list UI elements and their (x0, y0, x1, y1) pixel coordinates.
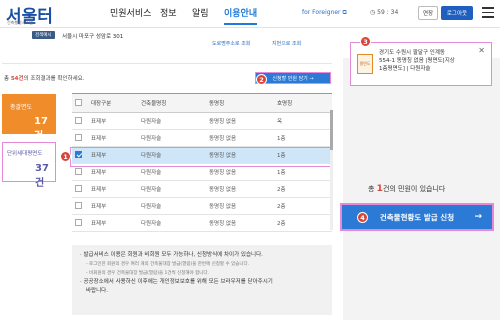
logo-subtext: 건축행정시스템 (7, 20, 33, 25)
clock-icon: ◷ (370, 9, 376, 16)
search-example-tag: 검색예시 (32, 31, 55, 39)
cart-item-line: 554-1 동명칭 없음 |평면도[지상 (379, 58, 455, 64)
cell-ho: 2층 (274, 180, 332, 198)
column-header: 동명칭 (206, 94, 274, 113)
cell-name: 다원자술 (138, 180, 206, 198)
arrow-right-icon: → (474, 212, 482, 222)
summary-suffix: 의 조회결과를 확인하세요. (23, 76, 85, 82)
cell-dong: 동명칭 없음 (206, 214, 274, 232)
notice-line: · 발급서비스 이용은 회원과 비회원 모두 가능하나, 신청방식에 차이가 있… (80, 252, 263, 258)
cell-type: 표제부 (88, 197, 138, 215)
notice-line: · 공공장소에서 사용하신 이후에는 개인정보보호를 위해 모든 브라우저를 닫… (80, 279, 273, 285)
column-header: 대장구분 (88, 94, 138, 113)
cart-item-line: 경기도 수원시 팔달구 인계동 (379, 50, 445, 56)
column-header: 건축물명칭 (138, 94, 206, 113)
notice-subline: - 로그인한 회원의 경우 여러 개의 건축물대장 발급(열람)을 한번에 신청… (86, 262, 250, 267)
usage-notice: · 발급서비스 이용은 회원과 비회원 모두 가능하나, 신청방식에 차이가 있… (72, 245, 332, 315)
floorplan-document-icon: 평면도 (357, 54, 373, 74)
table-header-row: 대장구분 건축물명칭 동명칭 호명칭 (72, 94, 332, 113)
cell-dong: 동명칭 없음 (206, 197, 274, 215)
unit-floorplan-card[interactable]: 단위세대평면도 37건 (2, 142, 56, 189)
cell-name: 다원자술 (138, 112, 206, 130)
nav-item-notice[interactable]: 알림 (192, 6, 209, 19)
cart-item-text: 경기도 수원시 팔달구 인계동 554-1 동명칭 없음 |평면도[지상 1층평… (379, 49, 455, 73)
cart-item-line: 1층평면도] | 다원자술 (379, 66, 431, 72)
road-address-search-link[interactable]: 도로명주소로 조회 (212, 40, 250, 47)
table-row[interactable]: 표제부 다원자술 동명칭 없음 1층 (72, 129, 332, 147)
cell-type: 표제부 (88, 112, 138, 130)
extend-button[interactable]: 연장 (418, 6, 438, 20)
session-timer: ◷ 59 : 34 (370, 9, 398, 16)
summary-count: 54건 (10, 76, 24, 82)
selected-row-highlight (70, 147, 332, 167)
step-badge-2: 2 (256, 74, 267, 85)
row-select-cell (72, 112, 88, 130)
notice-line: 바랍니다. (86, 288, 108, 294)
unit-floorplan-label: 단위세대평면도 (7, 151, 43, 157)
step-badge-1: 1 (60, 151, 71, 162)
cell-ho: 옥 (274, 112, 332, 130)
select-all-cell (72, 94, 88, 113)
external-link-icon: ⧉ (342, 9, 347, 16)
foreigner-link[interactable]: for Foreigner ⧉ (302, 9, 347, 17)
cell-type: 표제부 (88, 214, 138, 232)
row-checkbox[interactable] (75, 185, 82, 192)
row-select-cell (72, 214, 88, 232)
site-logo[interactable]: 서울터 건축행정시스템 (6, 2, 64, 27)
column-header: 호명칭 (274, 94, 332, 113)
step-badge-4: 4 (357, 212, 368, 223)
table-row[interactable]: 표제부 다원자술 동명칭 없음 2층 (72, 180, 332, 198)
logout-button[interactable]: 로그아웃 (441, 6, 473, 20)
cart-count-text: 총 1건의 민원이 있습니다 (368, 184, 445, 194)
menu-icon[interactable] (482, 7, 494, 18)
general-floorplan-label: 총괄면도 (10, 104, 33, 111)
cell-name: 다원자술 (138, 214, 206, 232)
row-checkbox[interactable] (75, 134, 82, 141)
cell-ho: 2층 (274, 197, 332, 215)
cell-ho: 2층 (274, 214, 332, 232)
timer-value: 59 : 34 (377, 9, 399, 16)
nav-item-info[interactable]: 정보 (160, 6, 177, 19)
unit-floorplan-count: 37건 (35, 163, 49, 189)
nav-item-services[interactable]: 민원서비스 (110, 6, 151, 19)
cell-name: 다원자술 (138, 129, 206, 147)
search-example-text: 서울시 마포구 성암로 301 (62, 34, 124, 40)
issue-request-label: 건축물현황도 발급 신청 (379, 212, 455, 222)
row-checkbox[interactable] (75, 168, 82, 175)
cell-type: 표제부 (88, 129, 138, 147)
notice-subline: - 비회원의 경우 건축물대장 발급(열람)을 1건씩 신청해야 합니다. (86, 271, 209, 276)
table-row[interactable]: 표제부 다원자술 동명칭 없음 2층 (72, 197, 332, 215)
close-icon[interactable]: ✕ (478, 46, 485, 55)
table-row[interactable]: 표제부 다원자술 동명칭 없음 2층 (72, 214, 332, 232)
row-select-cell (72, 129, 88, 147)
table-row[interactable]: 표제부 다원자술 동명칭 없음 옥 (72, 112, 332, 130)
step-badge-3: 3 (360, 36, 371, 47)
row-select-cell (72, 180, 88, 198)
foreigner-link-label: for Foreigner (302, 9, 341, 16)
cart-item-card: 평면도 경기도 수원시 팔달구 인계동 554-1 동명칭 없음 |평면도[지상… (350, 42, 492, 86)
row-checkbox[interactable] (75, 219, 82, 226)
table-scrollbar-thumb[interactable] (330, 110, 333, 150)
row-select-cell (72, 197, 88, 215)
top-header: 서울터 건축행정시스템 민원서비스 정보 알림 이용안내 for Foreign… (0, 0, 500, 28)
row-checkbox[interactable] (75, 202, 82, 209)
cell-ho: 1층 (274, 129, 332, 147)
cell-type: 표제부 (88, 180, 138, 198)
cell-name: 다원자술 (138, 197, 206, 215)
general-floorplan-card[interactable]: 총괄면도 17건 (2, 94, 56, 142)
select-all-checkbox[interactable] (75, 99, 82, 107)
row-checkbox[interactable] (75, 117, 82, 124)
cell-dong: 동명칭 없음 (206, 129, 274, 147)
general-floorplan-count: 17건 (34, 116, 48, 142)
result-summary: 총 54건의 조회결과를 확인하세요. (4, 74, 84, 82)
cell-dong: 동명칭 없음 (206, 112, 274, 130)
lot-number-search-link[interactable]: 지번으로 조회 (272, 40, 301, 47)
summary-prefix: 총 (4, 76, 11, 82)
cart-count-suffix: 건의 민원이 있습니다 (382, 185, 446, 193)
cart-count-prefix: 총 (368, 185, 377, 193)
cell-dong: 동명칭 없음 (206, 180, 274, 198)
nav-item-guide[interactable]: 이용안내 (224, 6, 258, 25)
